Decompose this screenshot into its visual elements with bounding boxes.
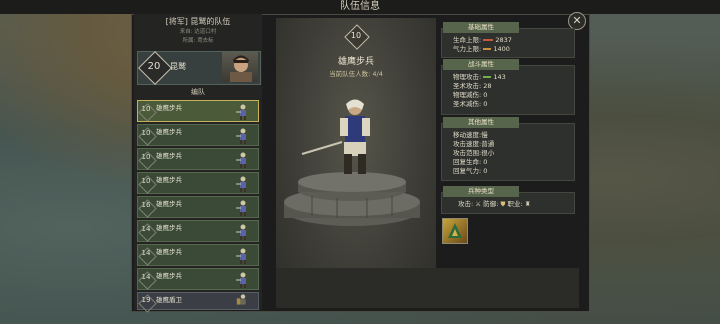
unit-level: 16 <box>141 201 151 209</box>
hp-value: 2837 <box>495 36 512 44</box>
stat-line: 回复气力: 0 <box>453 167 488 175</box>
stat-line: 回复生命: 0 <box>453 158 488 166</box>
stat-line: 物理减伤: 0 <box>453 91 488 99</box>
unit-name: 雄鹰步兵 <box>156 104 182 112</box>
troop-type-header: 兵种类型 <box>443 186 519 197</box>
unit-name: 雄鹰步兵 <box>156 176 182 184</box>
unit-name: 雄鹰步兵 <box>156 248 182 256</box>
soldier-icon <box>236 248 246 264</box>
unit-name: 雄鹰步兵 <box>156 200 182 208</box>
stat-label: 移动速度 <box>453 131 479 139</box>
soldier-icon <box>236 104 246 120</box>
unit-name: 雄鹰步兵 <box>156 128 182 136</box>
stat-value: 28 <box>483 82 492 90</box>
job-icon: ♜ <box>524 200 531 208</box>
green-bar-icon <box>483 76 492 78</box>
sword-icon: ⚔ <box>475 200 482 208</box>
unit-name: 雄鹰步兵 <box>156 272 182 280</box>
stat-value: 普通 <box>481 140 495 148</box>
stat-label: 物理攻击 <box>453 73 479 81</box>
troop-type-line: 攻击: ⚔ 防御: ⛊ 职业: ♜ <box>458 200 531 209</box>
soldier-icon <box>236 152 246 168</box>
unit-row[interactable]: 10 雄鹰步兵 <box>137 100 259 122</box>
qi-label: 气力上限 <box>453 45 479 53</box>
stat-label: 圣术减伤 <box>453 100 479 108</box>
stat-value: 0 <box>483 167 488 175</box>
stat-label: 回复气力 <box>453 167 479 175</box>
shield-icon: ⛊ <box>500 200 506 208</box>
hp-label: 生命上限 <box>453 36 479 44</box>
window-title: 队伍信息 <box>0 0 720 14</box>
unit-level: 10 <box>350 31 362 40</box>
unit-row[interactable]: 16 雄鹰步兵 <box>137 196 259 218</box>
soldier-icon <box>236 176 246 192</box>
leader-portrait <box>222 52 258 82</box>
unit-row[interactable]: 14 雄鹰步兵 <box>137 220 259 242</box>
unit-name: 雄鹰步兵 <box>156 224 182 232</box>
stat-line: 圣术攻击: 28 <box>453 82 492 90</box>
soldier-icon <box>236 128 246 144</box>
unit-level: 10 <box>141 129 151 137</box>
job-label: 职业: <box>507 200 523 208</box>
leader-level: 20 <box>147 61 161 72</box>
defense-label: 防御: <box>483 200 499 208</box>
stat-value: 很小 <box>481 149 495 157</box>
stat-value: 0 <box>483 100 488 108</box>
unit-count: 当前队伍人数: 4/4 <box>329 70 383 78</box>
unit-name: 雄鹰步兵 <box>156 152 182 160</box>
unit-model <box>301 99 370 174</box>
stat-value: 慢 <box>481 131 488 139</box>
formation-label: 编队 <box>191 88 205 96</box>
stat-label: 圣术攻击 <box>453 82 479 90</box>
unit-level: 10 <box>141 177 151 185</box>
team-belongs: 所属: 鸢去标 <box>182 38 214 44</box>
qi-line: 气力上限: 1400 <box>453 45 510 53</box>
unit-stage-floor <box>276 268 579 308</box>
other-stats-header: 其他属性 <box>443 117 519 128</box>
unit-name: 雄鹰盾卫 <box>156 296 182 304</box>
unit-level: 19 <box>141 296 151 304</box>
unit-row[interactable]: 14 雄鹰步兵 <box>137 244 259 266</box>
stat-label: 回复生命 <box>453 158 479 166</box>
attack-label: 攻击: <box>458 200 474 208</box>
unit-row[interactable]: 19 雄鹰盾卫 <box>137 292 259 313</box>
unit-row[interactable]: 10 雄鹰步兵 <box>137 172 259 194</box>
soldier-icon <box>236 224 246 240</box>
unit-row[interactable]: 14 雄鹰步兵 <box>137 268 259 290</box>
combat-stats-header: 战斗属性 <box>443 59 519 70</box>
stat-line: 移动速度:慢 <box>453 131 488 139</box>
unit-row[interactable]: 10 雄鹰步兵 <box>137 124 259 146</box>
unit-row[interactable]: 10 雄鹰步兵 <box>137 148 259 170</box>
unit-level: 14 <box>141 225 151 233</box>
stat-label: 物理减伤 <box>453 91 479 99</box>
soldier-icon <box>236 200 246 216</box>
qi-value: 1400 <box>493 45 510 53</box>
qi-bar-icon <box>483 48 492 50</box>
unit-name: 雄鹰步兵 <box>337 57 374 67</box>
team-header: [将军] 昆鹫的队伍 来自: 达道口村 所属: 鸢去标 <box>134 16 262 46</box>
unit-level: 10 <box>141 153 151 161</box>
stat-value: 0 <box>483 91 488 99</box>
unit-level: 10 <box>141 105 151 113</box>
stat-value: 0 <box>483 158 488 166</box>
basic-stats-header: 基础属性 <box>443 22 519 33</box>
skill-icon[interactable] <box>442 218 468 244</box>
team-name: [将军] 昆鹫的队伍 <box>165 17 231 26</box>
soldier-icon <box>236 272 246 288</box>
leader-name: 昆鹫 <box>170 62 186 71</box>
stat-value: 143 <box>493 73 506 81</box>
stat-line: 攻击速度:普通 <box>453 140 495 148</box>
stat-line: 物理攻击: 143 <box>453 73 506 81</box>
stat-label: 攻击范围 <box>453 149 479 157</box>
hp-line: 生命上限: 2837 <box>453 36 512 44</box>
stat-label: 攻击速度 <box>453 140 479 148</box>
unit-level: 14 <box>141 273 151 281</box>
stat-line: 圣术减伤: 0 <box>453 100 488 108</box>
stat-line: 攻击范围:很小 <box>453 149 495 157</box>
unit-level: 14 <box>141 249 151 257</box>
shield-soldier-icon <box>236 294 246 305</box>
hp-bar-icon <box>483 39 494 41</box>
team-origin: 来自: 达道口村 <box>179 29 217 35</box>
